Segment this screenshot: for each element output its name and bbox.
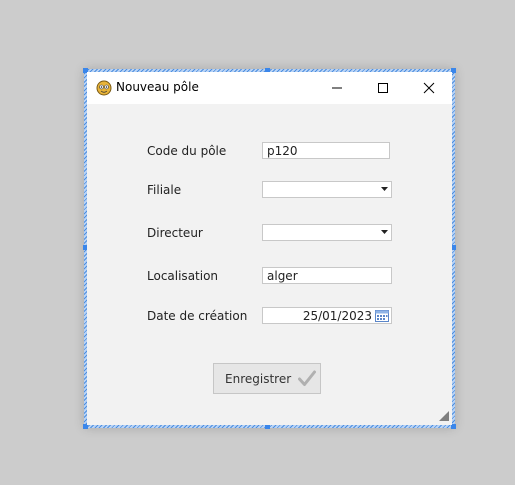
filiale-select[interactable] xyxy=(262,181,392,198)
date-label: Date de création xyxy=(147,309,248,323)
directeur-select[interactable] xyxy=(262,224,392,241)
minimize-button[interactable] xyxy=(314,72,360,104)
check-icon xyxy=(298,370,316,386)
directeur-label: Directeur xyxy=(147,226,203,240)
maximize-icon xyxy=(378,83,388,93)
filiale-label: Filiale xyxy=(147,183,182,197)
dialog-selection-frame: Nouveau pôle Code du pôle Filiale Direct… xyxy=(83,68,456,429)
code-input[interactable] xyxy=(262,142,390,159)
chevron-down-icon xyxy=(381,187,388,191)
title-bar[interactable]: Nouveau pôle xyxy=(87,72,452,104)
dialog-window: Nouveau pôle Code du pôle Filiale Direct… xyxy=(87,72,452,425)
code-label: Code du pôle xyxy=(147,144,227,158)
localisation-input[interactable] xyxy=(262,267,392,284)
app-icon xyxy=(96,80,112,96)
save-button-label: Enregistrer xyxy=(225,372,292,386)
close-button[interactable] xyxy=(406,72,452,104)
resize-grip-icon[interactable] xyxy=(439,411,449,421)
date-value: 25/01/2023 xyxy=(302,309,372,323)
chevron-down-icon xyxy=(381,230,388,234)
save-button[interactable]: Enregistrer xyxy=(213,363,321,394)
close-icon xyxy=(423,82,435,94)
calendar-icon[interactable] xyxy=(375,309,389,322)
minimize-icon xyxy=(332,87,342,89)
maximize-button[interactable] xyxy=(360,72,406,104)
window-title: Nouveau pôle xyxy=(116,80,199,94)
date-picker[interactable]: 25/01/2023 xyxy=(262,307,392,324)
localisation-label: Localisation xyxy=(147,269,219,283)
